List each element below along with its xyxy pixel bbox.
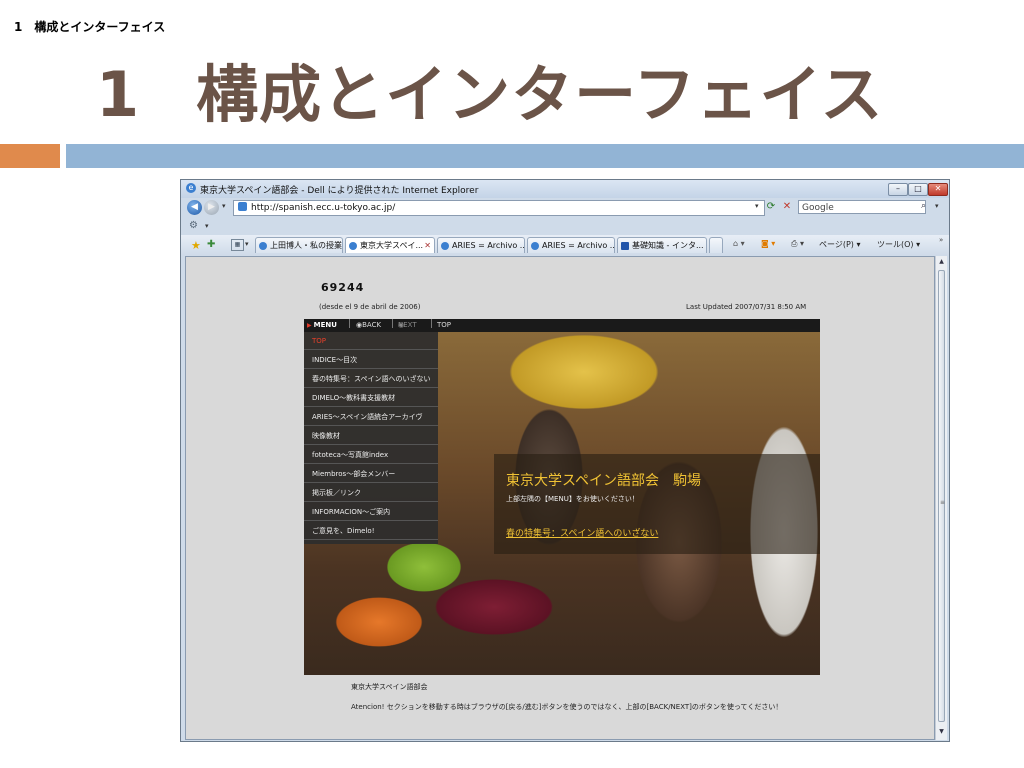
site-nav-bar: MENU ◉ BACK NEXT ◉ TOP xyxy=(304,319,820,332)
menu-item-video[interactable]: 映像教材 xyxy=(304,427,438,445)
slide-title-number: 1 xyxy=(96,58,141,131)
new-tab-button[interactable] xyxy=(709,237,723,253)
footer-name: 東京大学スペイン語部会 xyxy=(351,683,428,691)
toolbar-dropdown-icon[interactable]: ▾ xyxy=(205,222,209,230)
slide-title-text: 構成とインターフェイス xyxy=(196,58,884,131)
last-updated-text: Last Updated 2007/07/31 8:50 AM xyxy=(686,303,807,311)
menu-item-aries[interactable]: ARIES〜スペイン語統合アーカイヴ xyxy=(304,408,438,426)
scroll-up-icon[interactable]: ▲ xyxy=(936,258,947,265)
welcome-overlay: 東京大学スペイン語部会 駒場 上部左隅の【MENU】をお使いください！ 春の特集… xyxy=(494,454,820,554)
scroll-down-icon[interactable]: ▼ xyxy=(936,728,947,735)
menu-item-feedback[interactable]: ご意見を、Dimelo! xyxy=(304,522,438,540)
quick-tabs-icon[interactable]: ▦ xyxy=(231,239,244,251)
tab-1[interactable]: 上田博人・私の授業 xyxy=(255,237,343,253)
ie-logo-icon: e xyxy=(186,183,196,193)
slide-header: 1 構成とインターフェイス xyxy=(14,20,166,34)
nav-separator xyxy=(431,319,432,328)
tab-list-dropdown-icon[interactable]: ▾ xyxy=(245,240,249,248)
tab-5[interactable]: 基礎知識 - インタ... xyxy=(617,237,707,253)
tab-favicon-icon xyxy=(349,242,357,250)
page-menu-button[interactable]: ページ(P) ▾ xyxy=(819,239,860,250)
home-icon[interactable]: ⌂ ▾ xyxy=(733,239,745,248)
accent-bar-blue xyxy=(66,144,1024,168)
refresh-icon[interactable]: ⟳ xyxy=(764,200,778,214)
history-dropdown-icon[interactable]: ▾ xyxy=(222,202,226,210)
spring-special-link[interactable]: 春の特集号：スペイン語へのいざない xyxy=(506,526,658,539)
menu-item-indice[interactable]: INDICE〜目次 xyxy=(304,351,438,369)
search-icon[interactable]: ⌕ xyxy=(921,201,926,211)
menu-item-informacion[interactable]: INFORMACION〜ご案内 xyxy=(304,503,438,521)
forward-button[interactable]: ▶ xyxy=(204,200,219,215)
minimize-button[interactable]: – xyxy=(888,183,908,196)
add-favorites-icon[interactable]: ✚ xyxy=(207,239,215,250)
window-title: 東京大学スペイン語部会 - Dell により提供された Internet Exp… xyxy=(200,186,479,196)
menu-item-board[interactable]: 掲示板／リンク xyxy=(304,484,438,502)
tab-3[interactable]: ARIES = Archivo ... xyxy=(437,237,525,253)
menu-item-fototeca[interactable]: fototeca〜写真館index xyxy=(304,446,438,464)
url-dropdown-icon[interactable]: ▾ xyxy=(755,202,759,210)
welcome-title: 東京大学スペイン語部会 駒場 xyxy=(506,473,702,489)
address-bar: ◀ ▶ ▾ http://spanish.ecc.u-tokyo.ac.jp/ … xyxy=(181,198,949,218)
site-back-button[interactable]: ◉ BACK xyxy=(356,319,381,332)
visit-counter: 69244 xyxy=(321,281,365,294)
menu-item-dimelo[interactable]: DIMELO〜教科書支援教材 xyxy=(304,389,438,407)
url-input[interactable]: http://spanish.ecc.u-tokyo.ac.jp/ xyxy=(233,200,765,216)
nav-separator xyxy=(349,319,350,328)
feeds-icon[interactable]: ◙ ▾ xyxy=(761,239,775,248)
page-viewport: 69244 (desde el 9 de abril de 2006) Last… xyxy=(185,256,935,740)
site-top-link[interactable]: TOP xyxy=(437,319,451,332)
menu-item-spring-special[interactable]: 春の特集号：スペイン語へのいざない xyxy=(304,370,438,388)
tab-4[interactable]: ARIES = Archivo ... xyxy=(527,237,615,253)
footer-note: Atencion! セクションを移動する時はブラウザの[戻る/進む]ボタンを使う… xyxy=(351,703,783,711)
tab-favicon-icon xyxy=(259,242,267,250)
tab-favicon-icon xyxy=(621,242,629,250)
site-frame: MENU ◉ BACK NEXT ◉ TOP TOP INDICE〜目次 春の特… xyxy=(304,319,820,675)
vertical-scrollbar[interactable]: ▲ ≡ ▼ xyxy=(935,256,947,740)
search-dropdown-icon[interactable]: ▾ xyxy=(935,202,939,210)
page-icon xyxy=(238,202,247,211)
slide-title: 1 構成とインターフェイス xyxy=(96,44,884,134)
tools-menu-button[interactable]: ツール(O) ▾ xyxy=(877,239,920,250)
more-commands-icon[interactable]: » xyxy=(939,236,943,244)
site-menu-panel: TOP INDICE〜目次 春の特集号：スペイン語へのいざない DIMELO〜教… xyxy=(304,332,438,544)
scroll-grip-icon: ≡ xyxy=(940,499,946,506)
browser-window: e 東京大学スペイン語部会 - Dell により提供された Internet E… xyxy=(180,179,950,742)
accent-bar-orange xyxy=(0,144,60,168)
back-button[interactable]: ◀ xyxy=(187,200,202,215)
welcome-subtitle: 上部左隅の【MENU】をお使いください！ xyxy=(506,495,639,503)
site-next-button[interactable]: NEXT ◉ xyxy=(398,319,417,332)
stop-icon[interactable]: ✕ xyxy=(780,200,794,214)
tab-bar: ★ ✚ ▦ ▾ 上田博人・私の授業 東京大学スペイ... ✕ ARIES = Ar… xyxy=(181,235,949,255)
print-icon[interactable]: ⎙ ▾ xyxy=(791,239,804,249)
menu-item-top[interactable]: TOP xyxy=(304,332,438,350)
maximize-button[interactable]: □ xyxy=(908,183,928,196)
close-button[interactable]: ✕ xyxy=(928,183,948,196)
menu-item-miembros[interactable]: Miembros〜部会メンバー xyxy=(304,465,438,483)
search-input[interactable]: Google xyxy=(798,200,926,214)
nav-separator xyxy=(392,319,393,328)
tab-favicon-icon xyxy=(531,242,539,250)
site-menu-button[interactable]: MENU xyxy=(307,319,337,332)
links-toolbar: ⚙ ▾ xyxy=(181,218,949,234)
favorites-star-icon[interactable]: ★ xyxy=(191,239,201,252)
counter-since-text: (desde el 9 de abril de 2006) xyxy=(319,303,421,311)
window-titlebar: e 東京大学スペイン語部会 - Dell により提供された Internet E… xyxy=(181,180,949,198)
tab-favicon-icon xyxy=(441,242,449,250)
url-text: http://spanish.ecc.u-tokyo.ac.jp/ xyxy=(251,203,396,213)
tab-close-icon[interactable]: ✕ xyxy=(424,238,431,253)
toolbar-options-icon[interactable]: ⚙ xyxy=(189,220,198,231)
tab-2-active[interactable]: 東京大学スペイ... ✕ xyxy=(345,237,435,253)
scroll-thumb[interactable]: ≡ xyxy=(938,270,945,722)
